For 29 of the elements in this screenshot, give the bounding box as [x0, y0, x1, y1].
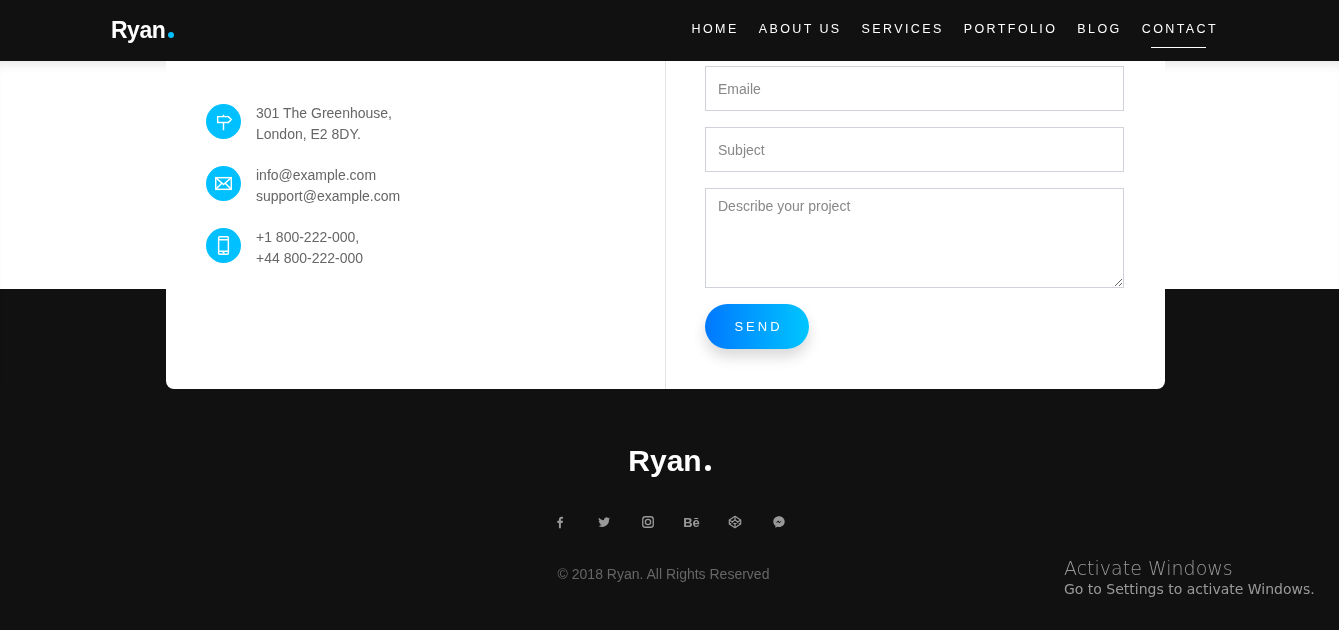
signpost-icon — [206, 104, 241, 139]
nav-link[interactable]: SERVICES — [850, 12, 953, 49]
behance-icon[interactable]: Bē — [683, 514, 700, 530]
envelope-icon — [206, 166, 241, 201]
contact-detail-text: +44 800-222-000 — [256, 249, 364, 268]
nav-link[interactable]: BLOG — [1066, 12, 1131, 49]
contact-detail-text: info@example.com — [256, 166, 378, 185]
messenger-icon[interactable] — [771, 515, 786, 529]
logo-dot-icon — [168, 32, 175, 38]
site-logo[interactable]: Ryan — [111, 17, 166, 44]
logo-dot-icon — [704, 465, 711, 471]
input-field[interactable]: Emaile — [705, 66, 1124, 111]
activation-title: Activate Windows — [1064, 557, 1234, 579]
contact-detail-text: +1 800-222-000, — [256, 228, 361, 247]
cube-icon[interactable] — [727, 515, 742, 529]
nav-link[interactable]: HOME — [680, 12, 748, 49]
copyright-text: © 2018 Ryan. All Rights Reserved — [557, 566, 770, 582]
project-field[interactable]: Describe your project — [705, 188, 1124, 288]
nav-link[interactable]: ABOUT US — [747, 12, 851, 49]
phone-icon — [206, 228, 241, 263]
contact-detail-text: 301 The Greenhouse, — [256, 104, 392, 123]
nav-link[interactable]: PORTFOLIO — [952, 12, 1067, 49]
bird-icon[interactable] — [597, 515, 612, 529]
footer-logo[interactable]: Ryan — [628, 444, 702, 478]
contact-detail-text: London, E2 8DY. — [256, 125, 362, 144]
input-field[interactable]: Subject — [705, 127, 1124, 172]
instagram-icon[interactable] — [641, 515, 656, 529]
activation-text: Go to Settings to activate Windows. — [1064, 581, 1315, 597]
contact-detail-text: support@example.com — [256, 187, 401, 206]
